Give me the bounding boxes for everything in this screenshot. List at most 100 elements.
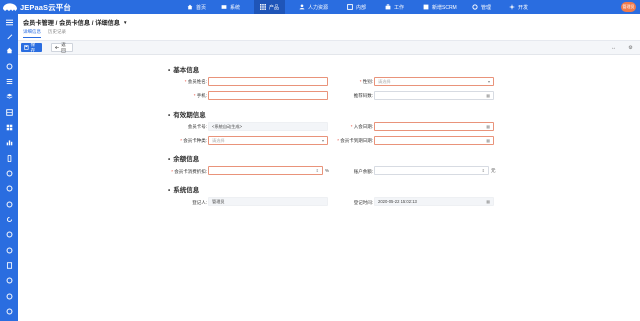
section-balance-title: 余额信息 bbox=[168, 153, 199, 163]
calendar-icon: ▦ bbox=[486, 124, 490, 129]
circle-icon bbox=[6, 308, 12, 314]
sidebar-item-2[interactable] bbox=[5, 46, 13, 54]
dev-icon bbox=[509, 4, 515, 10]
balance-input[interactable]: ⇕ bbox=[374, 166, 489, 175]
circle-icon bbox=[6, 231, 12, 237]
grid-icon bbox=[6, 124, 12, 130]
people-icon bbox=[299, 4, 305, 10]
section-system-title: 系统信息 bbox=[168, 184, 199, 194]
sidebar-item-12[interactable] bbox=[5, 200, 13, 208]
tab-details[interactable]: 详细信息 bbox=[23, 29, 41, 38]
circle-icon bbox=[6, 170, 12, 176]
sidebar-item-8[interactable] bbox=[5, 138, 13, 146]
internal-icon bbox=[347, 4, 353, 10]
caret-down-icon[interactable]: ▼ bbox=[123, 20, 127, 25]
balance-label: 账户余额: bbox=[353, 169, 373, 174]
circle-icon bbox=[6, 293, 12, 299]
left-sidebar bbox=[0, 14, 18, 321]
calendar-icon: ▦ bbox=[486, 199, 490, 204]
back-button[interactable]: 返回 bbox=[51, 42, 73, 53]
form-toolbar: 保存 返回 ↔ ⚙ bbox=[18, 41, 640, 55]
save-button[interactable]: 保存 bbox=[21, 42, 42, 53]
phone-icon bbox=[7, 154, 11, 162]
nav-hr[interactable]: 人力资源 bbox=[293, 0, 334, 14]
member-name-input[interactable] bbox=[208, 77, 328, 86]
nav-dev[interactable]: 开发 bbox=[503, 0, 534, 14]
scrm-icon bbox=[423, 4, 429, 10]
stepper-icon: ⇕ bbox=[481, 168, 485, 173]
form-content: 基本信息 * 会员姓名: * 性别: 请选择▾ * 手机: 推荐码数: ▦ 有效… bbox=[18, 55, 640, 321]
circle-icon bbox=[6, 185, 12, 191]
nav-product[interactable]: 产品 bbox=[254, 0, 286, 14]
card-type-select[interactable]: 请选择 ▾ bbox=[208, 136, 328, 145]
top-navigation-bar: JEPaaS云平台 首页 系统 产品 人力资源 内部 工作 新增SCRM 管理 bbox=[0, 0, 640, 14]
section-validity-title: 有效期信息 bbox=[168, 109, 206, 119]
table-icon bbox=[5, 108, 13, 116]
nav-home[interactable]: 首页 bbox=[181, 0, 212, 14]
sidebar-item-3[interactable] bbox=[5, 62, 13, 70]
document-icon bbox=[6, 261, 12, 269]
nav-internal[interactable]: 内部 bbox=[341, 0, 372, 14]
tab-history[interactable]: 历史记录 bbox=[48, 29, 66, 38]
sidebar-item-10[interactable] bbox=[5, 169, 13, 177]
phone-label: * 手机: bbox=[193, 93, 207, 98]
page-tabs: 详细信息 历史记录 bbox=[23, 29, 66, 38]
circle-icon bbox=[6, 201, 12, 207]
nav-manage[interactable]: 管理 bbox=[466, 0, 497, 14]
gender-select[interactable]: 请选择 ▾ bbox=[374, 77, 494, 86]
nav-work[interactable]: 工作 bbox=[379, 0, 410, 14]
work-icon bbox=[385, 4, 391, 10]
member-name-label: * 会员姓名: bbox=[184, 79, 207, 84]
home-icon bbox=[6, 47, 12, 53]
sidebar-item-11[interactable] bbox=[5, 184, 13, 192]
gear-icon[interactable]: ⚙ bbox=[626, 43, 635, 52]
layers-icon bbox=[6, 93, 12, 99]
menu-icon bbox=[5, 19, 13, 25]
app-title: JEPaaS云平台 bbox=[20, 2, 71, 12]
breadcrumb: 会员卡管理 / 会员卡信息 / 详细信息 ▼ bbox=[23, 18, 127, 27]
sidebar-item-1[interactable] bbox=[5, 32, 13, 40]
sidebar-item-5[interactable] bbox=[5, 92, 13, 100]
calendar-icon: ▦ bbox=[486, 138, 490, 143]
sidebar-item-19[interactable] bbox=[5, 307, 13, 315]
sidebar-item-13[interactable] bbox=[5, 215, 13, 223]
register-time-field: 2020-05-22 15:02:13 ▦ bbox=[374, 197, 494, 206]
manage-icon bbox=[472, 4, 478, 10]
sidebar-item-4[interactable] bbox=[5, 77, 13, 85]
referral-code-input[interactable]: ▦ bbox=[374, 91, 494, 100]
referral-code-label: 推荐码数: bbox=[353, 93, 373, 98]
join-date-picker[interactable]: ▦ bbox=[374, 122, 494, 131]
list-icon bbox=[6, 78, 12, 84]
sidebar-item-16[interactable] bbox=[5, 261, 13, 269]
expiry-date-picker[interactable]: ▦ bbox=[374, 136, 494, 145]
user-avatar[interactable]: 管理员 bbox=[621, 2, 636, 12]
sidebar-item-18[interactable] bbox=[5, 292, 13, 300]
card-no-label: 会员卡号: bbox=[187, 124, 207, 129]
sidebar-item-14[interactable] bbox=[5, 230, 13, 238]
back-arrow-icon bbox=[55, 46, 59, 49]
tool-icon bbox=[6, 33, 12, 39]
section-basic-title: 基本信息 bbox=[168, 64, 199, 74]
sidebar-item-6[interactable] bbox=[5, 108, 13, 116]
grid-icon bbox=[260, 4, 266, 10]
logo-elephant-icon bbox=[3, 3, 17, 11]
expand-icon[interactable]: ↔ bbox=[609, 43, 618, 52]
nav-scrm[interactable]: 新增SCRM bbox=[417, 0, 463, 14]
sidebar-item-7[interactable] bbox=[5, 123, 13, 131]
sidebar-item-17[interactable] bbox=[5, 276, 13, 284]
discount-input[interactable]: ⇕ bbox=[208, 166, 323, 175]
app-logo[interactable]: JEPaaS云平台 bbox=[2, 1, 71, 13]
circle-icon bbox=[6, 63, 12, 69]
chevron-down-icon: ▾ bbox=[487, 79, 490, 84]
discount-label: * 会员卡消费折扣: bbox=[171, 169, 207, 174]
nav-system[interactable]: 系统 bbox=[215, 0, 246, 14]
circle-icon bbox=[6, 247, 12, 253]
card-type-label: * 会员卡种类: bbox=[180, 138, 207, 143]
sidebar-item-15[interactable] bbox=[5, 246, 13, 254]
phone-input[interactable] bbox=[208, 91, 328, 100]
join-date-label: * 入会日期: bbox=[350, 124, 373, 129]
sidebar-item-9[interactable] bbox=[5, 154, 13, 162]
sidebar-menu-toggle[interactable] bbox=[5, 18, 13, 26]
register-time-label: 登记时间: bbox=[353, 200, 373, 205]
registrant-field: 管理员 bbox=[208, 197, 328, 206]
